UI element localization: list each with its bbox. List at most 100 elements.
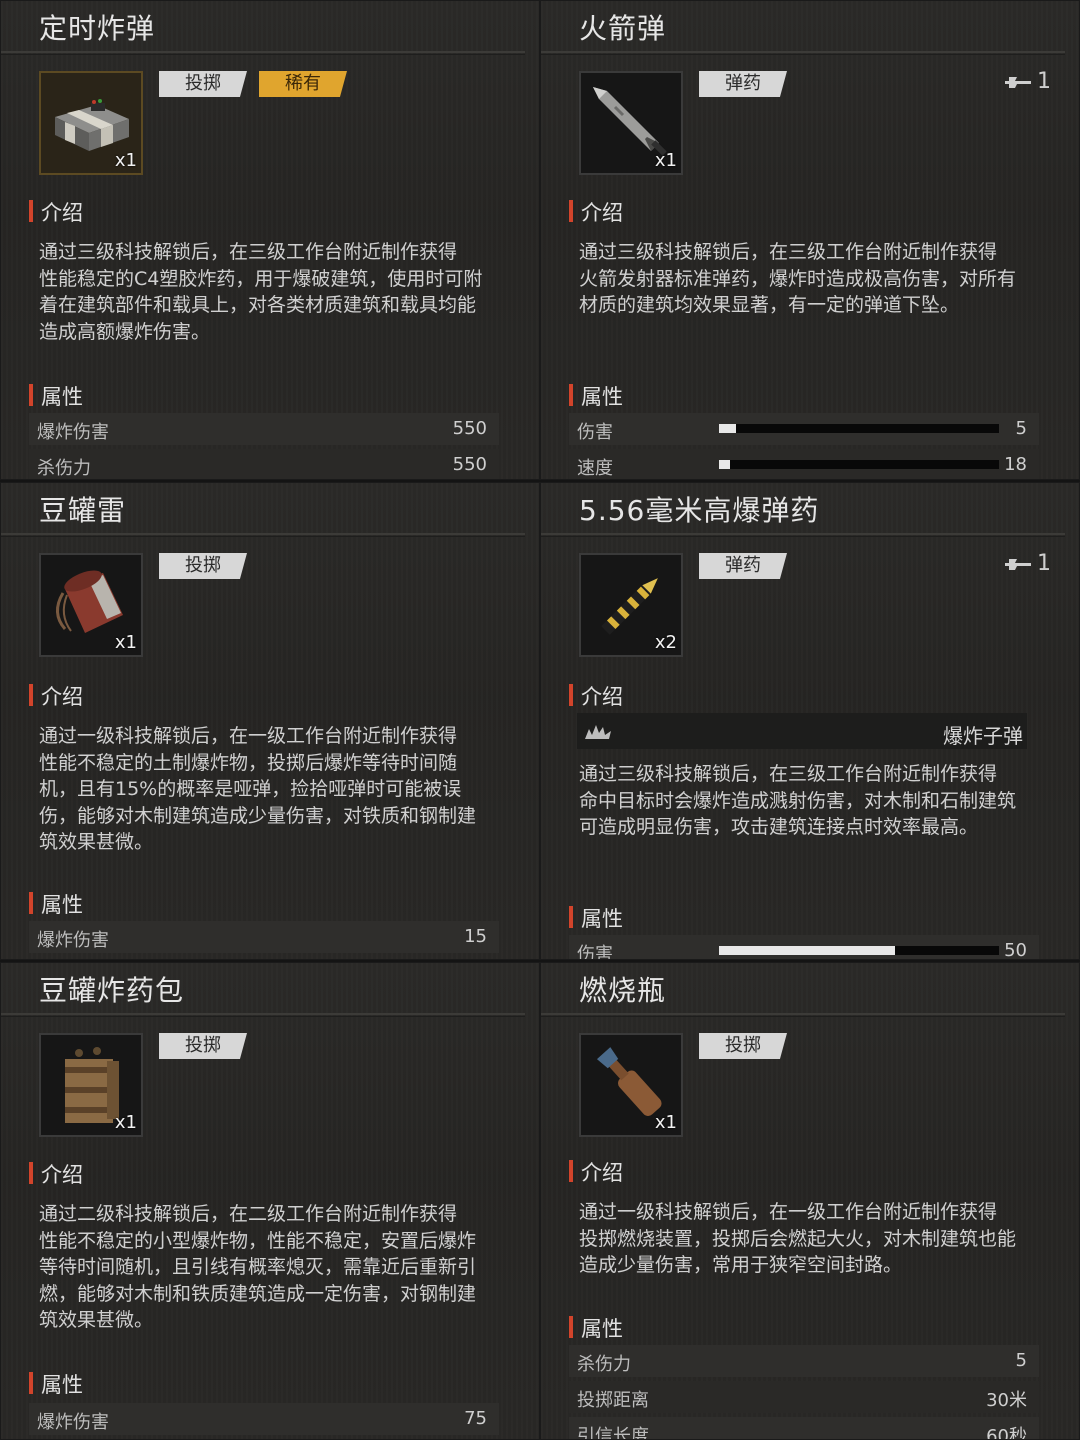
category-tag: 投掷 — [159, 553, 247, 579]
item-icon-slot[interactable]: x1 — [39, 553, 143, 657]
section-intro: 介绍 — [29, 681, 83, 711]
item-icon-slot[interactable]: x1 — [579, 1033, 683, 1137]
stack-indicator: 1 — [1003, 69, 1051, 94]
attribute-value: 18 — [1004, 454, 1027, 475]
attribute-label: 引信长度 — [577, 1426, 649, 1440]
unlock-text: 通过一级科技解锁后，在一级工作台附近制作获得 — [579, 1201, 998, 1223]
stack-count: 1 — [1037, 551, 1051, 576]
item-title: 5.56毫米高爆弹药 — [579, 494, 820, 527]
item-title: 豆罐炸药包 — [39, 974, 185, 1007]
attribute-row: 爆炸伤害 550 — [29, 413, 499, 445]
section-intro: 介绍 — [29, 1159, 83, 1189]
attribute-bar — [719, 946, 999, 955]
attribute-bar-fill — [719, 424, 736, 433]
ammo-subtype-row: 爆炸子弹 — [577, 713, 1027, 749]
section-intro: 介绍 — [569, 1157, 623, 1187]
attribute-label: 杀伤力 — [37, 458, 91, 479]
attribute-row: 杀伤力 5 — [569, 1345, 1039, 1377]
item-quantity: x1 — [114, 1112, 137, 1133]
section-attributes: 属性 — [29, 1369, 83, 1399]
detail-text: 投掷燃烧装置，投掷后会燃起大火，对木制建筑也能造成少量伤害，常用于狭窄空间封路。 — [579, 1227, 1017, 1277]
item-card-satchel[interactable]: 豆罐炸药包 x1 投掷 介绍 通过二级科技解锁后，在二级工作台附近制作获得 性能… — [0, 962, 540, 1440]
attribute-label: 伤害 — [577, 944, 613, 960]
item-quantity: x2 — [654, 632, 677, 653]
title-divider — [1, 51, 525, 55]
unlock-text: 通过二级科技解锁后，在二级工作台附近制作获得 — [39, 1203, 458, 1225]
attribute-label: 投掷距离 — [577, 1390, 649, 1411]
item-description: 通过二级科技解锁后，在二级工作台附近制作获得 性能不稳定的小型爆炸物，性能不稳定… — [39, 1201, 489, 1334]
item-description: 通过三级科技解锁后，在三级工作台附近制作获得 性能稳定的C4塑胶炸药，用于爆破建… — [39, 239, 489, 345]
item-description: 通过一级科技解锁后，在一级工作台附近制作获得 投掷燃烧装置，投掷后会燃起大火，对… — [579, 1199, 1029, 1279]
ammo-stack-icon — [1005, 559, 1031, 570]
item-card-can-grenade[interactable]: 豆罐雷 x1 投掷 介绍 通过一级科技解锁后，在一级工作台附近制作获得 性能不稳… — [0, 482, 540, 960]
category-tag: 投掷 — [159, 1033, 247, 1059]
item-card-rocket[interactable]: 火箭弹 x1 弹药 1 介绍 通过三级科技解锁后，在三级工作台附近制作获得 火箭… — [540, 0, 1080, 480]
item-title: 豆罐雷 — [39, 494, 127, 527]
category-tag: 弹药 — [699, 71, 787, 97]
stack-count: 1 — [1037, 69, 1051, 94]
detail-text: 火箭发射器标准弹药，爆炸时造成极高伤害，对所有材质的建筑均效果显著，有一定的弹道… — [579, 267, 1017, 317]
attribute-value: 30米 — [986, 1390, 1027, 1411]
attribute-value: 550 — [452, 418, 487, 439]
attribute-value: 15 — [464, 926, 487, 947]
item-description: 通过三级科技解锁后，在三级工作台附近制作获得 火箭发射器标准弹药，爆炸时造成极高… — [579, 239, 1029, 319]
attribute-value: 5 — [1015, 418, 1027, 439]
item-icon-slot[interactable]: x1 — [39, 1033, 143, 1137]
item-card-molotov[interactable]: 燃烧瓶 x1 投掷 介绍 通过一级科技解锁后，在一级工作台附近制作获得 投掷燃烧… — [540, 962, 1080, 1440]
item-quantity: x1 — [114, 632, 137, 653]
title-divider — [541, 533, 1065, 537]
unlock-text: 通过三级科技解锁后，在三级工作台附近制作获得 — [39, 241, 458, 263]
attribute-value: 60秒 — [986, 1426, 1027, 1440]
stack-indicator: 1 — [1003, 551, 1051, 576]
attribute-row: 引信长度 60秒 — [569, 1417, 1039, 1440]
detail-text: 性能不稳定的小型爆炸物，性能不稳定，安置后爆炸等待时间随机，且引线有概率熄灭，需… — [39, 1229, 477, 1332]
item-title: 定时炸弹 — [39, 12, 156, 45]
attribute-label: 伤害 — [577, 422, 613, 443]
detail-text: 命中目标时会爆炸造成溅射伤害，对木制和石制建筑可造成明显伤害，攻击建筑连接点时效… — [579, 789, 1017, 839]
attribute-label: 爆炸伤害 — [37, 1412, 109, 1433]
item-quantity: x1 — [654, 1112, 677, 1133]
unlock-text: 通过三级科技解锁后，在三级工作台附近制作获得 — [579, 241, 998, 263]
detail-text: 性能稳定的C4塑胶炸药，用于爆破建筑，使用时可附着在建筑部件和载具上，对各类材质… — [39, 267, 483, 343]
attribute-row: 爆炸伤害 15 — [29, 921, 499, 953]
attribute-bar — [719, 424, 999, 433]
detail-text: 性能不稳定的土制爆炸物，投掷后爆炸等待时间随机，且有15%的概率是哑弹，捡拾哑弹… — [39, 751, 477, 854]
item-card-explosive-ammo[interactable]: 5.56毫米高爆弹药 x2 弹药 1 介绍 爆炸子弹 通过三级科技解锁后，在三级… — [540, 482, 1080, 960]
section-attributes: 属性 — [569, 381, 623, 411]
section-attributes: 属性 — [569, 1313, 623, 1343]
attribute-label: 爆炸伤害 — [37, 930, 109, 951]
item-icon-slot[interactable]: x1 — [579, 71, 683, 175]
attribute-label: 爆炸伤害 — [37, 422, 109, 443]
attribute-row: 投掷距离 30米 — [569, 1381, 1039, 1413]
category-tag: 投掷 — [159, 71, 247, 97]
attribute-label: 杀伤力 — [577, 1354, 631, 1375]
item-card-c4[interactable]: 定时炸弹 x1 投掷 稀有 介绍 通过三级科技解锁后，在三级工作台附近制作获得 … — [0, 0, 540, 480]
attribute-row: 伤害 50 — [569, 935, 1039, 960]
attribute-value: 550 — [452, 454, 487, 475]
item-icon-slot[interactable]: x1 — [39, 71, 143, 175]
section-intro: 介绍 — [569, 681, 623, 711]
attribute-value: 75 — [464, 1408, 487, 1429]
item-quantity: x1 — [114, 150, 137, 171]
unlock-text: 通过三级科技解锁后，在三级工作台附近制作获得 — [579, 763, 998, 785]
attribute-label: 速度 — [577, 458, 613, 479]
item-title: 火箭弹 — [579, 12, 667, 45]
unlock-text: 通过一级科技解锁后，在一级工作台附近制作获得 — [39, 725, 458, 747]
item-icon-slot[interactable]: x2 — [579, 553, 683, 657]
item-title: 燃烧瓶 — [579, 974, 667, 1007]
section-attributes: 属性 — [569, 903, 623, 933]
attribute-bar-fill — [719, 460, 731, 469]
item-description: 通过三级科技解锁后，在三级工作台附近制作获得 命中目标时会爆炸造成溅射伤害，对木… — [579, 761, 1029, 841]
section-intro: 介绍 — [569, 197, 623, 227]
item-quantity: x1 — [654, 150, 677, 171]
title-divider — [541, 1013, 1065, 1017]
attribute-row: 速度 18 — [569, 449, 1039, 479]
explosion-icon — [585, 725, 611, 739]
attribute-row: 杀伤力 550 — [29, 449, 499, 479]
attribute-bar — [719, 460, 999, 469]
ammo-stack-icon — [1005, 77, 1031, 88]
rarity-tag: 稀有 — [259, 71, 347, 97]
ammo-subtype: 爆炸子弹 — [943, 724, 1023, 748]
category-tag: 投掷 — [699, 1033, 787, 1059]
section-intro: 介绍 — [29, 197, 83, 227]
